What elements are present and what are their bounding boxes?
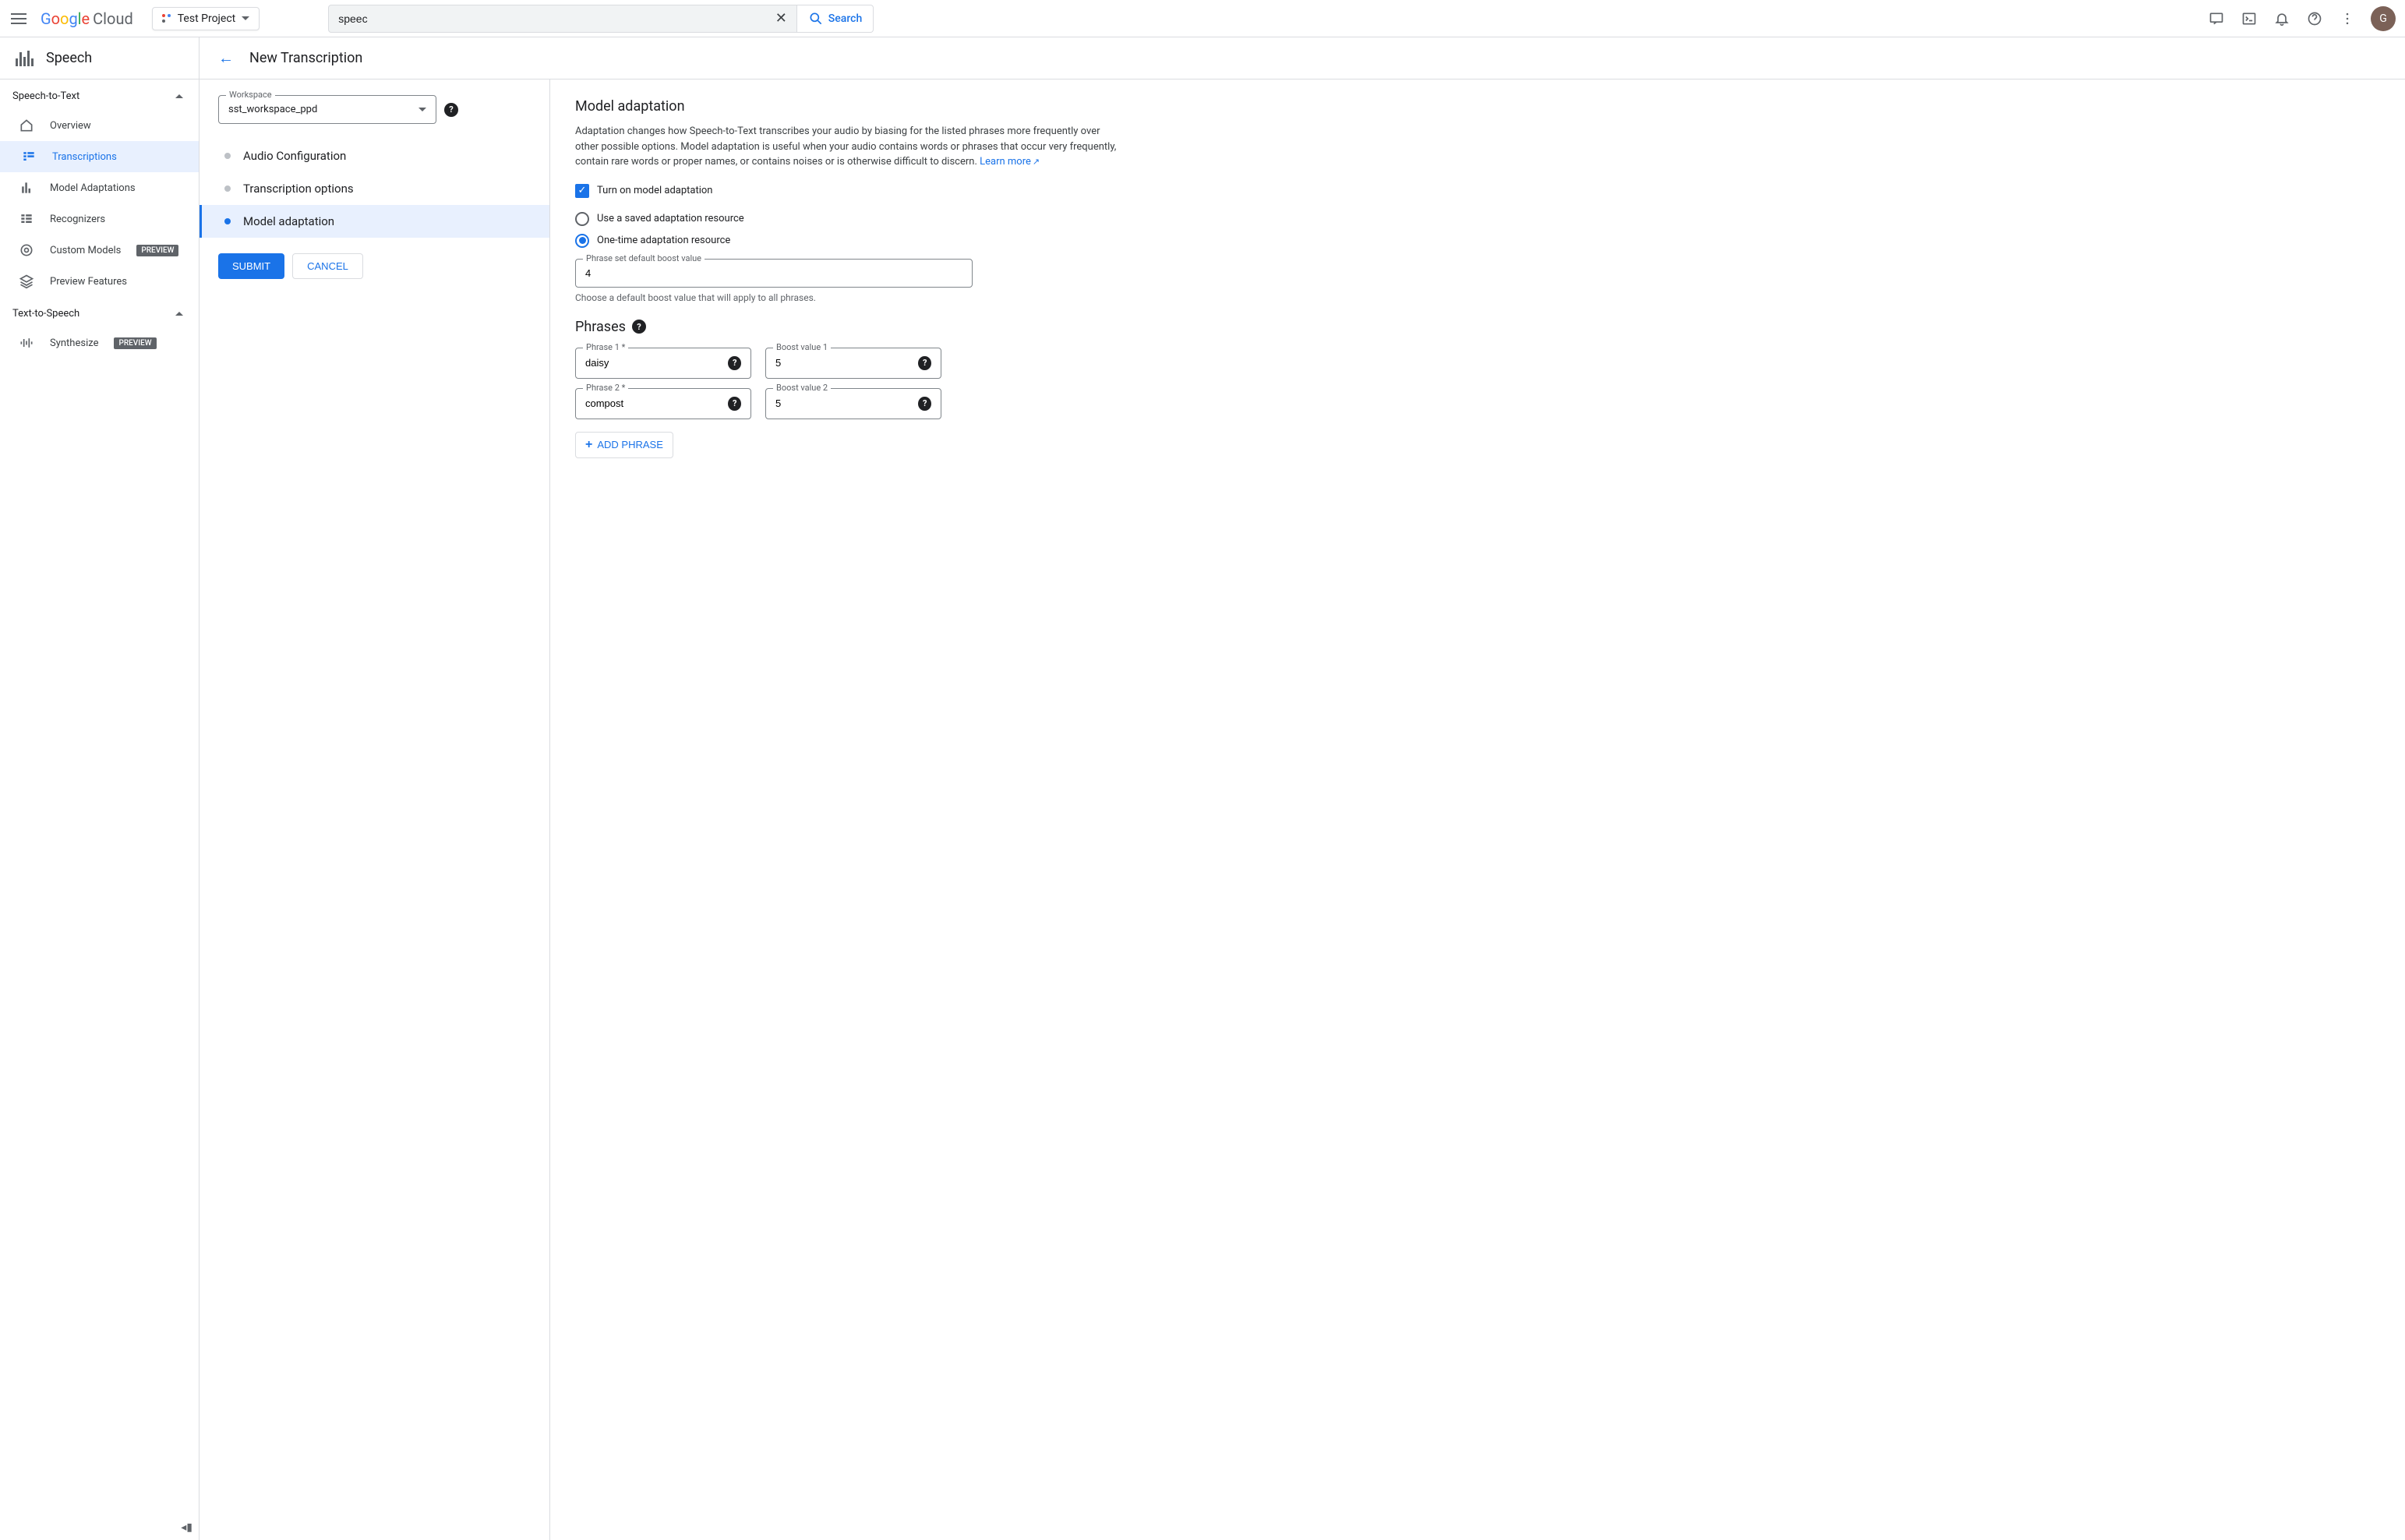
project-icon [162, 14, 171, 23]
cancel-button[interactable]: CANCEL [292, 253, 363, 279]
chevron-up-icon [175, 94, 183, 98]
radio-label: One-time adaptation resource [597, 235, 730, 246]
speech-icon [16, 51, 34, 66]
nav-recognizers[interactable]: Recognizers [0, 203, 199, 235]
nav-preview-features[interactable]: Preview Features [0, 266, 199, 297]
page-title: New Transcription [249, 50, 362, 66]
step-dot-icon [224, 185, 231, 192]
phrases-title: Phrases [575, 319, 626, 335]
phrase-input-1[interactable] [585, 357, 728, 369]
chat-icon[interactable] [2207, 9, 2226, 28]
chevron-up-icon [175, 312, 183, 316]
boost-input-1[interactable] [775, 357, 918, 369]
waveform-icon [19, 335, 34, 351]
learn-more-link[interactable]: Learn more [980, 156, 1040, 168]
list-icon [21, 149, 37, 164]
search-input[interactable] [338, 12, 775, 25]
home-icon [19, 118, 34, 133]
boost-helper-text: Choose a default boost value that will a… [575, 292, 1118, 303]
help-tooltip-icon[interactable]: ? [444, 103, 458, 117]
boost-field-label: Phrase set default boost value [583, 253, 705, 263]
preview-badge: PREVIEW [136, 245, 178, 256]
chevron-down-icon [418, 108, 426, 111]
step-dot-icon [224, 218, 231, 224]
equalizer-icon [19, 180, 34, 196]
step-dot-icon [224, 153, 231, 159]
help-tooltip-icon[interactable]: ? [728, 397, 741, 411]
more-icon[interactable] [2338, 9, 2357, 28]
cloudshell-icon[interactable] [2240, 9, 2258, 28]
phrase-label: Phrase 1 * [583, 342, 628, 352]
search-icon [808, 11, 824, 26]
nav-overview[interactable]: Overview [0, 110, 199, 141]
section-description: Adaptation changes how Speech-to-Text tr… [575, 124, 1118, 170]
gcp-logo[interactable]: Google Cloud [41, 9, 133, 28]
help-tooltip-icon[interactable]: ? [632, 320, 646, 334]
sidebar: Speech Speech-to-Text Overview Transcrip… [0, 37, 200, 1540]
boost-label: Boost value 2 [773, 383, 831, 393]
nav-transcriptions[interactable]: Transcriptions [0, 141, 199, 172]
radio-label: Use a saved adaptation resource [597, 213, 744, 224]
back-arrow-icon[interactable]: ← [218, 48, 234, 68]
notifications-icon[interactable] [2273, 9, 2291, 28]
nav-section-stt[interactable]: Speech-to-Text [0, 79, 199, 110]
boost-input-2[interactable] [775, 397, 918, 409]
step-transcription-options[interactable]: Transcription options [218, 172, 531, 205]
workspace-label: Workspace [226, 90, 275, 100]
radio-onetime-resource[interactable] [575, 234, 589, 248]
grid-icon [19, 211, 34, 227]
boost-label: Boost value 1 [773, 342, 831, 352]
clear-search-icon[interactable]: ✕ [775, 10, 787, 26]
avatar[interactable]: G [2371, 6, 2396, 31]
nav-section-tts[interactable]: Text-to-Speech [0, 297, 199, 327]
nav-synthesize[interactable]: Synthesize PREVIEW [0, 327, 199, 359]
help-tooltip-icon[interactable]: ? [918, 397, 931, 411]
gear-circle-icon [19, 242, 34, 258]
sidebar-title[interactable]: Speech [0, 37, 199, 79]
plus-icon: + [585, 438, 592, 452]
layers-icon [19, 274, 34, 289]
phrase-input-2[interactable] [585, 397, 728, 409]
project-name: Test Project [178, 12, 235, 25]
help-icon[interactable] [2305, 9, 2324, 28]
phrase-label: Phrase 2 * [583, 383, 628, 393]
help-tooltip-icon[interactable]: ? [728, 356, 741, 370]
add-phrase-button[interactable]: + ADD PHRASE [575, 432, 673, 458]
nav-model-adaptations[interactable]: Model Adaptations [0, 172, 199, 203]
menu-icon[interactable] [9, 9, 28, 28]
collapse-sidebar-icon[interactable]: ◂▮ [181, 1521, 192, 1534]
help-tooltip-icon[interactable]: ? [918, 356, 931, 370]
submit-button[interactable]: SUBMIT [218, 253, 284, 279]
preview-badge: PREVIEW [114, 337, 156, 349]
search-input-wrap[interactable]: ✕ [328, 5, 797, 33]
project-selector[interactable]: Test Project [152, 7, 260, 30]
search-button[interactable]: Search [797, 5, 874, 33]
chevron-down-icon [242, 16, 249, 20]
checkbox-label: Turn on model adaptation [597, 185, 712, 196]
radio-saved-resource[interactable] [575, 212, 589, 226]
boost-value-input[interactable] [585, 267, 962, 279]
enable-adaptation-checkbox[interactable]: ✓ [575, 184, 589, 198]
section-title: Model adaptation [575, 98, 1118, 115]
step-model-adaptation[interactable]: Model adaptation [200, 205, 549, 238]
step-audio-config[interactable]: Audio Configuration [218, 140, 531, 172]
nav-custom-models[interactable]: Custom Models PREVIEW [0, 235, 199, 266]
